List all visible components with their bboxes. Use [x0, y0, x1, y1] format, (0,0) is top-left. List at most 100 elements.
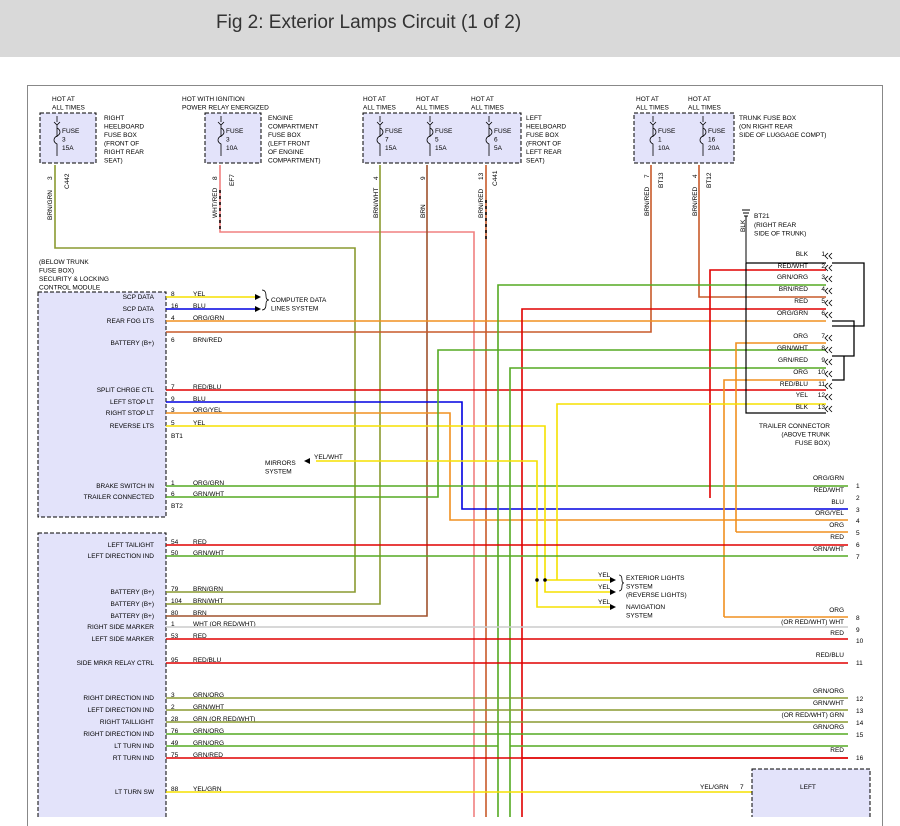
connector-label: C441	[492, 170, 499, 186]
connector-label: BT1	[171, 433, 183, 440]
wire-label: ORG/GRN	[813, 475, 844, 482]
pin-label: 13	[478, 172, 485, 180]
arrow-icon	[304, 458, 310, 464]
wire-label: BRN/RED	[692, 186, 699, 216]
connector-pin-icon	[824, 287, 833, 295]
arrow-icon	[610, 577, 616, 610]
fuse-box-label: ENGINE	[268, 115, 294, 122]
wire-grn-org	[497, 284, 826, 817]
wire-label: BRN/RED	[644, 186, 651, 216]
connector-label: TRAILER CONNECTOR	[759, 423, 830, 430]
wire-label: YEL	[598, 599, 611, 606]
connector-pin-icon	[824, 346, 833, 354]
module-pin-label: BATTERY (B+)	[110, 601, 154, 608]
pin-label: 9	[420, 176, 427, 180]
wire-label: RED/BLU	[816, 652, 844, 659]
pin-label: 2	[856, 495, 860, 502]
pin-label: 7	[821, 333, 825, 340]
fuse-box-label: COMPARTMENT)	[268, 158, 320, 165]
wire-label: ORG/GRN	[777, 310, 808, 317]
splice-dot	[543, 578, 547, 582]
system-label: SYSTEM	[626, 613, 653, 620]
pin-label: 4	[856, 518, 860, 525]
module-pin-label: LEFT DIRECTION IND	[88, 707, 155, 714]
fuse-icon-text: FUSE	[226, 128, 244, 135]
wire-label: YEL	[598, 584, 611, 591]
trunk-fuse-box	[633, 112, 735, 164]
wire-label: GRN/ORG	[777, 274, 808, 281]
hot-label: ALL TIMES	[471, 105, 505, 112]
pin-label: 8	[821, 345, 825, 352]
system-label: SYSTEM	[626, 584, 653, 591]
pin-label: 11	[856, 660, 863, 667]
wire-label: (OR RED/WHT) WHT	[781, 619, 844, 626]
pin-label: 7	[644, 174, 651, 178]
wire-label: BRN/RED	[478, 188, 485, 218]
brace-icon	[618, 574, 625, 592]
fuse-box-label: FUSE BOX	[526, 132, 560, 139]
wire-label: BLK	[796, 404, 809, 411]
wire-label: BLK	[796, 251, 809, 258]
connector-label: BT12	[706, 172, 713, 188]
module-pin-label: BRAKE SWITCH IN	[96, 483, 154, 490]
wire-label: RED	[830, 534, 844, 541]
fuse-icon-text: 10A	[658, 145, 670, 152]
module-pin-label: RIGHT DIRECTION IND	[83, 731, 154, 738]
fuse-icon-text: FUSE	[385, 128, 403, 135]
module-pin-label: BATTERY (B+)	[110, 613, 154, 620]
fuse-icon-text: 15A	[385, 145, 397, 152]
fuse-icon-text: 5A	[494, 145, 503, 152]
connector-pin-icon	[824, 264, 833, 272]
wire-label: YEL	[598, 572, 611, 579]
connector-pin-icon	[824, 299, 833, 307]
wire-label: YEL	[796, 392, 809, 399]
wire-label: ORG	[829, 607, 844, 614]
pin-label: 12	[818, 392, 826, 399]
fuse-box-label: HEELBOARD	[526, 124, 566, 131]
ground-label: (RIGHT REAR	[754, 222, 796, 229]
fuse-box-label: SIDE OF LUGGAGE COMPT)	[739, 132, 826, 139]
fuse-icon-text: 16	[708, 137, 716, 144]
wire-label: YEL/WHT	[314, 454, 343, 461]
fuse-box-label: SEAT)	[104, 158, 123, 165]
module-pin-label: SCP DATA	[123, 294, 155, 301]
wire-label: GRN/WHT	[813, 700, 844, 707]
connector-label: FUSE BOX)	[795, 440, 830, 447]
wire-label: RED	[830, 747, 844, 754]
wire-label: GRN/RED	[778, 357, 808, 364]
fuse-icon-text: 3	[62, 137, 66, 144]
right-heelboard-fuse-box	[39, 112, 97, 164]
wire-red-wht	[709, 269, 826, 498]
pin-label: 1	[821, 251, 825, 258]
pin-label: 6	[171, 337, 175, 344]
pin-label: 7	[740, 784, 744, 791]
fuse-icon-text: 20A	[708, 145, 720, 152]
module-pin-label: RT TURN IND	[113, 755, 154, 762]
wire-blu	[166, 401, 848, 510]
pin-label: 16	[856, 755, 864, 762]
pin-label: 4	[692, 174, 699, 178]
fuse-icon-text: 10A	[226, 145, 238, 152]
fuse-box-label: RIGHT REAR	[104, 149, 144, 156]
connector-label: (ABOVE TRUNK	[781, 432, 830, 439]
pin-label: 2	[821, 263, 825, 270]
wire-label: ORG	[829, 522, 844, 529]
module-pin-label: RIGHT DIRECTION IND	[83, 695, 154, 702]
ground-label: SIDE OF TRUNK)	[754, 231, 806, 238]
hot-label: HOT WITH IGNITION	[182, 96, 245, 103]
hot-label: ALL TIMES	[636, 105, 670, 112]
fuse-icon-text: 6	[494, 137, 498, 144]
wire-label: BLU	[831, 499, 844, 506]
pin-label: 14	[856, 720, 864, 727]
pin-label: 3	[47, 176, 54, 180]
module-title: CONTROL MODULE	[39, 285, 101, 292]
fuse-box-label: HEELBOARD	[104, 124, 144, 131]
hot-label: ALL TIMES	[416, 105, 450, 112]
pin-label: 11	[818, 381, 825, 388]
connector-pin-icon	[824, 393, 833, 401]
module-pin-label: BATTERY (B+)	[110, 589, 154, 596]
wire-label: BRN	[420, 204, 427, 218]
wire-label: ORG/YEL	[815, 510, 844, 517]
module-pin-label: LT TURN IND	[114, 743, 154, 750]
wire-yel-12	[556, 403, 826, 580]
